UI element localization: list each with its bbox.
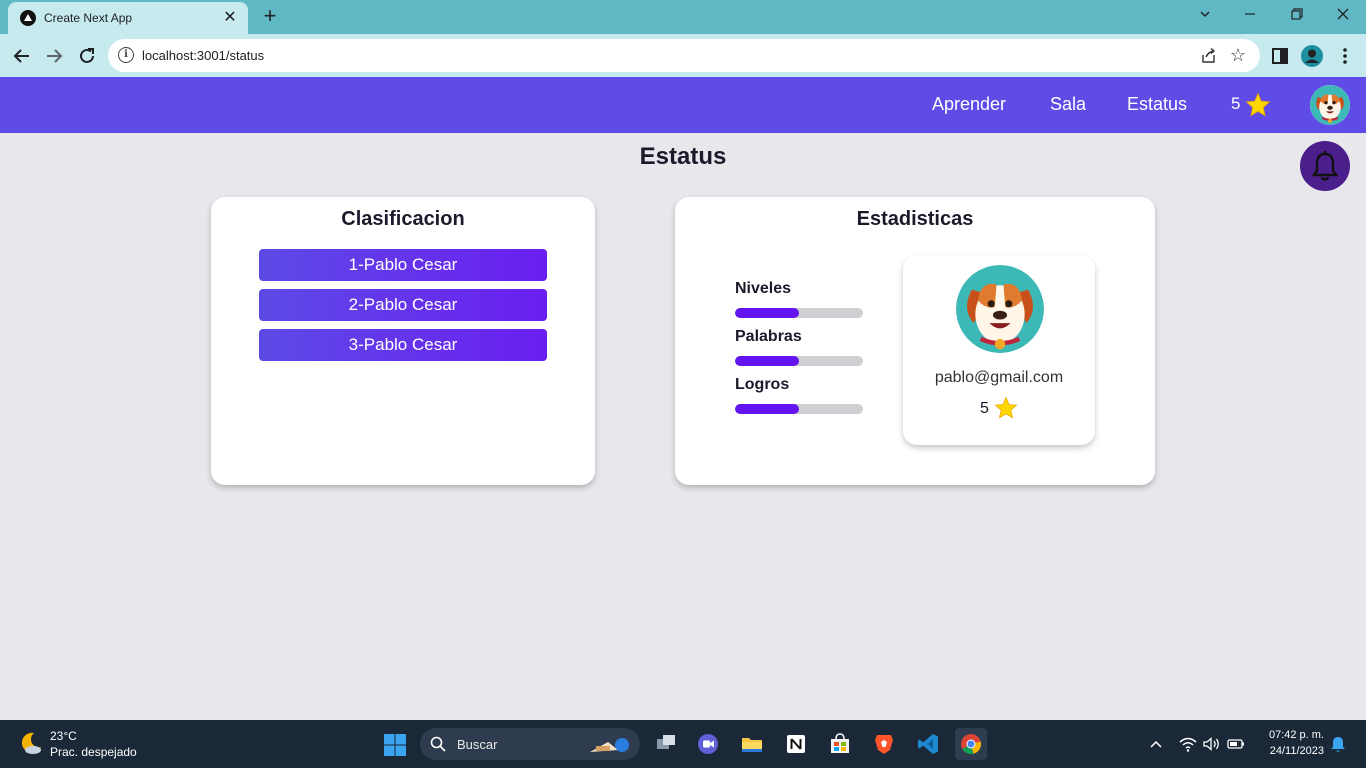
profile-icon[interactable]	[1300, 44, 1324, 68]
address-bar[interactable]: i localhost:3001/status ☆	[108, 39, 1260, 72]
bell-icon	[1312, 151, 1338, 181]
tray-chevron-up-icon[interactable]	[1146, 734, 1166, 754]
kebab-menu-icon[interactable]	[1333, 44, 1357, 68]
stat-label-niveles: Niveles	[735, 280, 792, 297]
restore-button[interactable]	[1282, 4, 1312, 28]
browser-tab-strip: Create Next App ✕ +	[0, 0, 1366, 34]
volume-icon[interactable]	[1201, 734, 1221, 754]
ranking-item[interactable]: 3-Pablo Cesar	[259, 329, 547, 361]
tab-title: Create Next App	[44, 11, 133, 25]
app-header: Aprender Sala Estatus 5	[0, 77, 1366, 133]
progress-fill	[735, 404, 799, 414]
ranking-item[interactable]: 1-Pablo Cesar	[259, 249, 547, 281]
weather-description: Prac. despejado	[50, 745, 137, 759]
progress-bar-palabras	[735, 356, 863, 366]
weather-moon-icon[interactable]	[18, 730, 44, 756]
taskbar-search[interactable]: Buscar	[420, 728, 640, 760]
search-placeholder: Buscar	[457, 737, 498, 752]
progress-fill	[735, 356, 799, 366]
weather-temperature: 23°C	[50, 729, 77, 743]
windows-taskbar: 23°C Prac. despejado Buscar 07:42 p. m. …	[0, 720, 1366, 768]
progress-fill	[735, 308, 799, 318]
ranking-item[interactable]: 2-Pablo Cesar	[259, 289, 547, 321]
profile-star-icon	[994, 396, 1018, 425]
brave-browser-icon[interactable]	[868, 728, 900, 760]
stat-label-logros: Logros	[735, 376, 790, 393]
header-star-icon	[1245, 92, 1271, 123]
reload-button[interactable]	[74, 43, 100, 69]
nav-link-estatus[interactable]: Estatus	[1127, 94, 1187, 115]
reload-icon	[80, 48, 94, 63]
notifications-button[interactable]	[1300, 141, 1350, 191]
search-highlight-icon	[588, 734, 632, 761]
search-icon	[430, 736, 446, 752]
tab-search-chevron-icon[interactable]	[1190, 4, 1220, 28]
nav-link-aprender[interactable]: Aprender	[932, 94, 1006, 115]
clock-time[interactable]: 07:42 p. m.	[1262, 729, 1324, 741]
progress-bar-logros	[735, 404, 863, 414]
dog-avatar-icon	[956, 265, 1044, 353]
close-window-button[interactable]	[1328, 4, 1358, 28]
tab-close-icon[interactable]: ✕	[220, 8, 240, 28]
header-points: 5	[1231, 94, 1241, 113]
chrome-icon[interactable]	[955, 728, 987, 760]
stats-title: Estadisticas	[856, 208, 974, 230]
ranking-card: Clasificacion 1-Pablo Cesar 2-Pablo Cesa…	[211, 197, 595, 485]
microsoft-store-icon[interactable]	[824, 728, 856, 760]
url-text: localhost:3001/status	[142, 48, 265, 63]
back-arrow-icon	[13, 49, 29, 63]
clock-date[interactable]: 24/11/2023	[1262, 745, 1324, 757]
task-view-icon[interactable]	[650, 728, 682, 760]
stat-label-palabras: Palabras	[735, 328, 802, 345]
battery-icon[interactable]	[1226, 734, 1246, 754]
share-icon[interactable]	[1200, 47, 1218, 65]
notion-icon[interactable]	[780, 728, 812, 760]
info-icon[interactable]: i	[118, 47, 134, 63]
profile-points: 5	[980, 400, 989, 417]
new-tab-button[interactable]: +	[258, 5, 282, 29]
start-button[interactable]	[383, 733, 407, 757]
progress-bar-niveles	[735, 308, 863, 318]
back-button[interactable]	[9, 43, 35, 69]
star-outline-icon[interactable]: ☆	[1228, 45, 1248, 65]
notification-bell-icon[interactable]	[1328, 734, 1348, 754]
header-avatar[interactable]	[1310, 85, 1350, 125]
profile-email: pablo@gmail.com	[934, 369, 1064, 386]
nextjs-favicon-icon	[20, 10, 36, 26]
nav-link-sala[interactable]: Sala	[1050, 94, 1086, 115]
stats-card: Estadisticas Niveles Palabras Logros pab…	[675, 197, 1155, 485]
dog-avatar-icon	[1310, 85, 1350, 125]
minimize-button[interactable]	[1235, 4, 1265, 28]
profile-avatar	[956, 265, 1044, 353]
forward-arrow-icon	[47, 49, 63, 63]
windows-logo-icon	[384, 734, 406, 756]
browser-toolbar: i localhost:3001/status ☆	[0, 34, 1366, 77]
sidebar-icon[interactable]	[1268, 44, 1292, 68]
file-explorer-icon[interactable]	[736, 728, 768, 760]
browser-tab[interactable]: Create Next App ✕	[8, 2, 248, 34]
wifi-icon[interactable]	[1178, 734, 1198, 754]
vscode-icon[interactable]	[912, 728, 944, 760]
ranking-title: Clasificacion	[341, 208, 465, 230]
profile-card: pablo@gmail.com 5	[903, 255, 1095, 445]
page-title: Estatus	[639, 143, 727, 170]
teams-chat-icon[interactable]	[692, 728, 724, 760]
forward-button[interactable]	[41, 43, 67, 69]
